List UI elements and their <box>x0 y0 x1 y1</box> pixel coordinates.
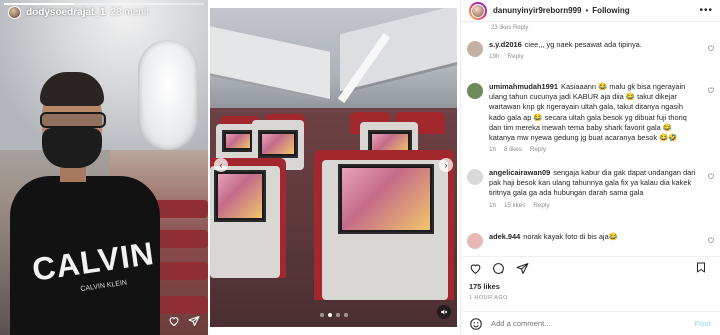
comment-time: 1h <box>489 201 497 209</box>
post-username[interactable]: danunyinyir9reborn999 <box>493 6 581 15</box>
comment-item: s.y.d2016 ciee,,, yg naek pesawat ada tip… <box>467 40 715 60</box>
carousel-prev-button[interactable]: ‹ <box>214 158 228 172</box>
comment-body: umimahmudah1991 Kasiaaann 😂 malu gk bisa … <box>489 82 699 153</box>
comment-text: norak kayak foto di bis aja😂 <box>523 232 618 241</box>
screen-display <box>342 168 430 230</box>
comment-username[interactable]: angelicairawan09 <box>489 168 550 177</box>
screen-display <box>218 174 262 218</box>
bookmark-icon[interactable] <box>695 261 707 274</box>
story-actions <box>168 315 200 327</box>
like-heart-icon[interactable] <box>469 262 482 275</box>
story-header[interactable]: dodysoedrajat_1 28 menit <box>8 6 149 19</box>
comment-meta: 1h 8 likes Reply <box>489 146 699 153</box>
post-header: danunyinyir9reborn999 • Following ••• <box>461 0 720 22</box>
face-mask <box>42 128 102 168</box>
emoji-icon[interactable] <box>469 317 483 331</box>
screen-display <box>262 134 294 154</box>
share-send-icon[interactable] <box>516 262 529 275</box>
comment-like-heart-icon[interactable] <box>707 236 715 244</box>
add-comment-bar: Post <box>461 311 720 335</box>
carousel-dot <box>343 313 348 317</box>
screenshot-root: dodysoedrajat_1 28 menit CALVIN CALVIN K… <box>0 0 720 335</box>
comment-time: 19h <box>489 53 500 61</box>
comment-time: 1h <box>489 146 497 154</box>
story-time: 28 menit <box>110 7 149 18</box>
reply-button[interactable]: Reply <box>508 53 524 60</box>
post-avatar[interactable] <box>469 1 487 20</box>
comment-username[interactable]: adek.944 <box>489 232 520 241</box>
post-time-ago: 1 HOUR AGO <box>469 295 508 301</box>
comment-username[interactable]: umimahmudah1991 <box>489 82 558 91</box>
story-panel[interactable]: dodysoedrajat_1 28 menit CALVIN CALVIN K… <box>0 0 208 335</box>
carousel-dot <box>327 313 332 317</box>
comment-text-block: angelicairawan09 sengaja kabur dia gak da… <box>489 168 699 199</box>
likes-count[interactable]: 175 likes <box>469 282 500 291</box>
comment-avatar[interactable] <box>467 169 483 185</box>
comments-panel: danunyinyir9reborn999 • Following ••• 23… <box>460 0 720 335</box>
reply-button[interactable]: Reply <box>530 146 546 153</box>
carousel-dot <box>319 313 324 317</box>
story-avatar[interactable] <box>8 6 21 19</box>
post-image[interactable]: ‹ › <box>210 8 457 327</box>
comment-like-heart-icon[interactable] <box>707 86 715 94</box>
add-comment-input[interactable] <box>491 319 671 328</box>
person-photo: CALVIN CALVIN KLEIN <box>10 72 160 335</box>
story-username[interactable]: dodysoedrajat_1 <box>26 7 105 18</box>
seatback-screen <box>222 130 254 152</box>
comment-text-block: umimahmudah1991 Kasiaaann 😂 malu gk bisa … <box>489 82 699 143</box>
comment-like-heart-icon[interactable] <box>707 44 715 52</box>
seatback-screen <box>338 164 434 234</box>
screen-display <box>226 134 250 148</box>
post-avatar-image <box>471 3 485 18</box>
post-comment-button[interactable]: Post <box>695 319 711 328</box>
comment-avatar[interactable] <box>467 83 483 99</box>
comment-body: adek.944 norak kayak foto di bis aja😂 <box>489 232 699 249</box>
comment-body: angelicairawan09 sengaja kabur dia gak da… <box>489 168 699 209</box>
header-separator: • <box>585 6 589 15</box>
story-progress-bar <box>4 3 204 5</box>
following-button[interactable]: Following <box>592 6 629 15</box>
comment-username[interactable]: s.y.d2016 <box>489 40 522 49</box>
glasses <box>40 112 106 128</box>
comment-meta: 1h 15 likes Reply <box>489 202 699 209</box>
comment-item: umimahmudah1991 Kasiaaann 😂 malu gk bisa … <box>467 82 715 153</box>
seatback-screen <box>258 130 298 158</box>
comment-text-block: s.y.d2016 ciee,,, yg naek pesawat ada tip… <box>489 40 699 50</box>
comment-meta: 19h Reply <box>489 53 699 60</box>
carousel-next-button[interactable]: › <box>439 158 453 172</box>
reply-button[interactable]: Reply <box>533 202 549 209</box>
heart-icon[interactable] <box>168 315 180 327</box>
more-options-icon[interactable]: ••• <box>699 5 713 16</box>
comment-body: s.y.d2016 ciee,,, yg naek pesawat ada tip… <box>489 40 699 60</box>
comment-avatar[interactable] <box>467 41 483 57</box>
comment-like-heart-icon[interactable] <box>707 172 715 180</box>
comment-text: Kasiaaann 😂 malu gk bisa ngerayain ulang… <box>489 82 687 143</box>
comment-avatar[interactable] <box>467 233 483 249</box>
comment-text-block: adek.944 norak kayak foto di bis aja😂 <box>489 232 699 242</box>
comment-text: ciee,,, yg naek pesawat ada tipinya. <box>524 40 642 49</box>
comment-bubble-icon[interactable] <box>492 262 505 275</box>
carousel-dot <box>335 313 340 317</box>
carousel-indicators <box>210 313 457 317</box>
previous-comment-meta: 23 likes Reply <box>491 25 529 31</box>
send-icon[interactable] <box>188 315 200 327</box>
comment-item: adek.944 norak kayak foto di bis aja😂 <box>467 232 715 249</box>
comment-likes[interactable]: 8 likes <box>504 146 522 153</box>
person-hair <box>40 72 104 106</box>
comment-item: angelicairawan09 sengaja kabur dia gak da… <box>467 168 715 209</box>
comment-likes[interactable]: 15 likes <box>504 202 525 209</box>
seatback-screen <box>214 170 266 222</box>
post-actions <box>461 256 720 276</box>
story-progress-fill <box>4 3 74 5</box>
